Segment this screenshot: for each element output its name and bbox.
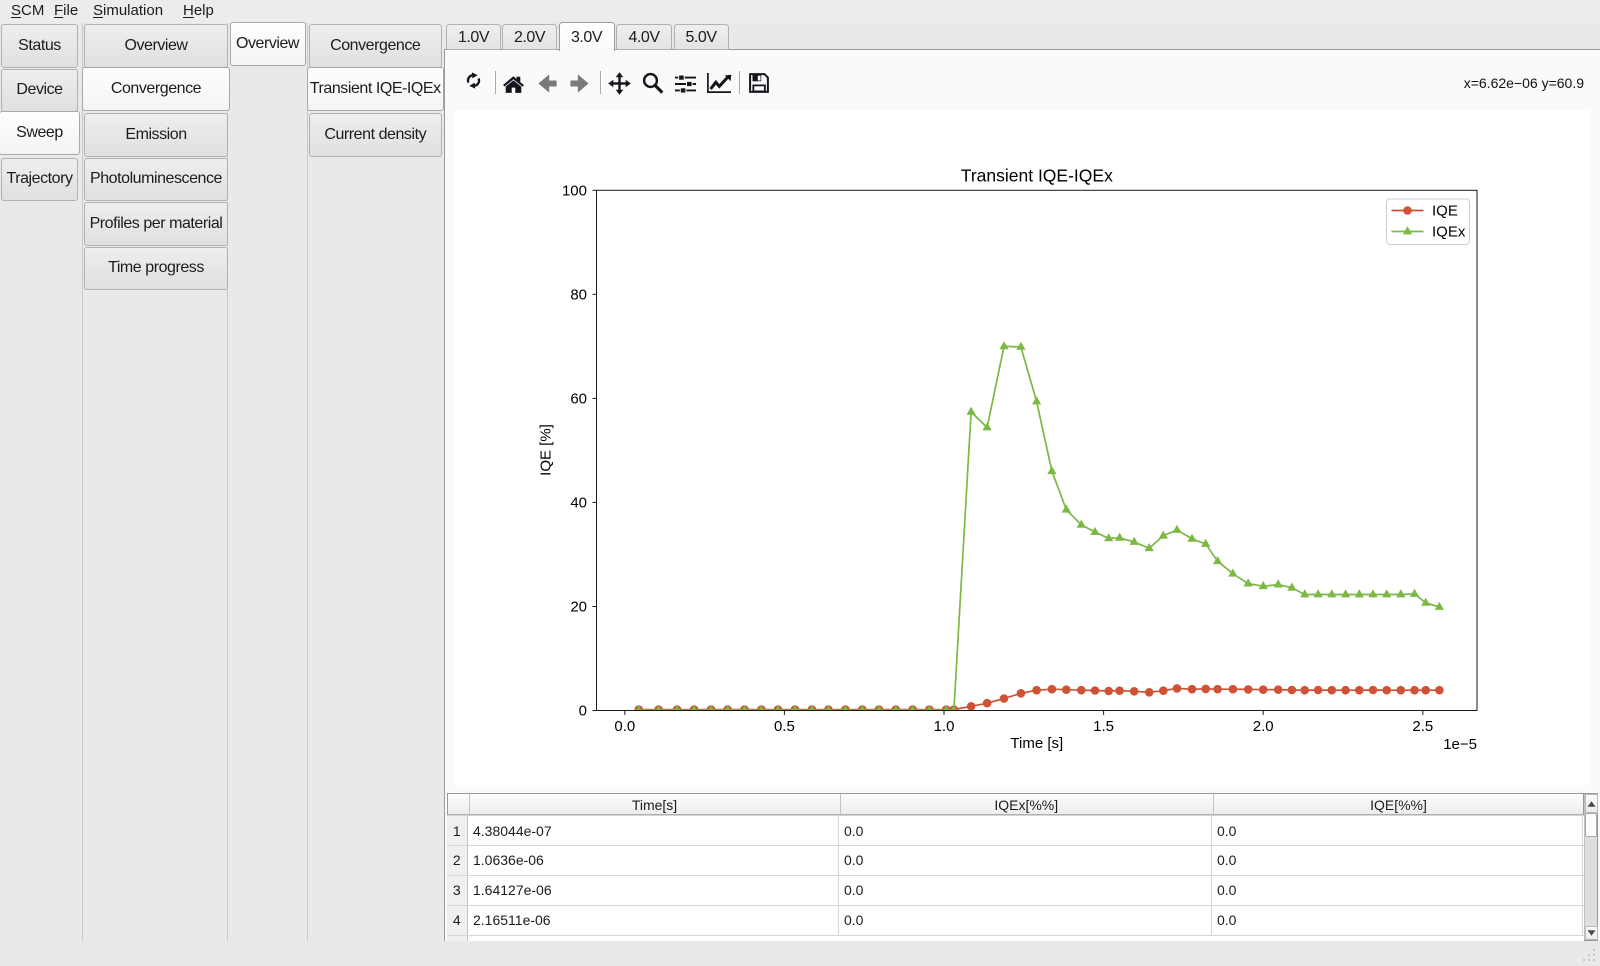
svg-text:0.0: 0.0 [614, 718, 635, 735]
svg-text:1.0: 1.0 [934, 718, 955, 735]
svg-text:Time [s]: Time [s] [1010, 735, 1063, 752]
svg-text:2.5: 2.5 [1412, 718, 1433, 735]
svg-text:2.0: 2.0 [1253, 718, 1274, 735]
svg-text:1.5: 1.5 [1093, 718, 1114, 735]
svg-text:40: 40 [570, 494, 587, 511]
svg-text:0.5: 0.5 [774, 718, 795, 735]
svg-text:Transient IQE-IQEx: Transient IQE-IQEx [961, 166, 1113, 186]
svg-text:0: 0 [579, 703, 587, 720]
svg-text:60: 60 [570, 390, 587, 407]
svg-text:80: 80 [570, 286, 587, 303]
svg-text:100: 100 [562, 182, 587, 199]
svg-text:20: 20 [570, 599, 587, 616]
svg-text:IQEx: IQEx [1432, 224, 1466, 241]
svg-text:1e−5: 1e−5 [1443, 736, 1477, 753]
svg-text:IQE: IQE [1432, 203, 1458, 220]
svg-text:IQE [%]: IQE [%] [538, 424, 555, 476]
